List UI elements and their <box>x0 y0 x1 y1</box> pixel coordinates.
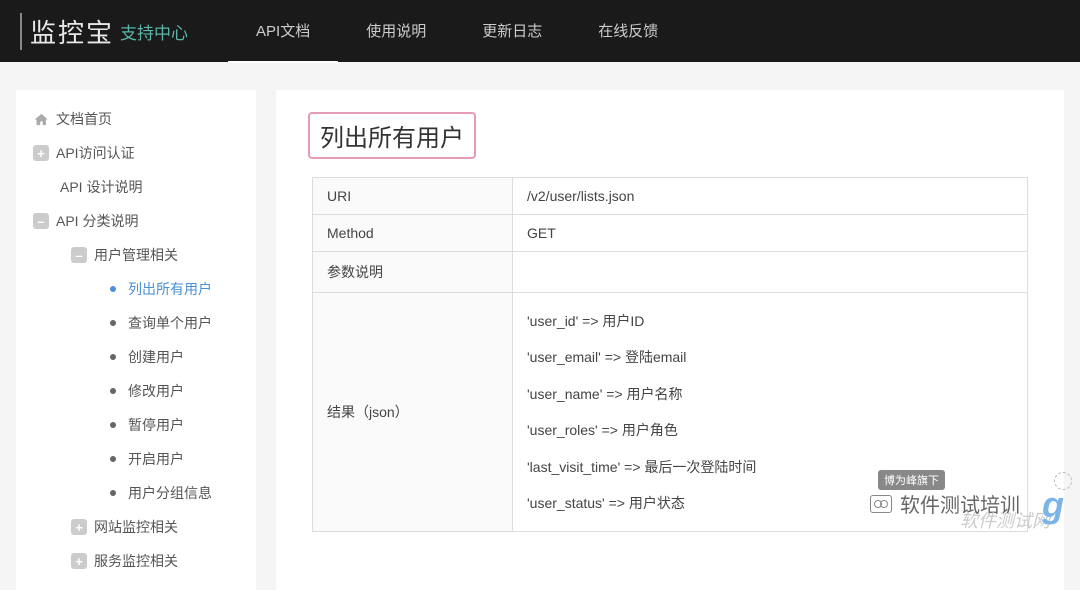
sidebar-label: 查询单个用户 <box>128 313 212 333</box>
sidebar-item-enable-user[interactable]: 开启用户 <box>16 442 256 476</box>
params-label: 参数说明 <box>313 252 513 293</box>
sidebar-label: 网站监控相关 <box>94 517 178 537</box>
sidebar-item-suspend-user[interactable]: 暂停用户 <box>16 408 256 442</box>
nav-tabs: API文档 使用说明 更新日志 在线反馈 <box>228 0 686 63</box>
sidebar-item-user-mgmt[interactable]: – 用户管理相关 <box>16 238 256 272</box>
sidebar-label: 文档首页 <box>56 109 112 129</box>
bullet-icon <box>110 286 116 292</box>
sidebar-item-user-groups[interactable]: 用户分组信息 <box>16 476 256 510</box>
watermark-badge: 博为峰旗下 <box>878 470 945 490</box>
wechat-icon <box>870 495 892 513</box>
result-line: 'user_roles' => 用户角色 <box>527 412 1013 448</box>
table-row: URI /v2/user/lists.json <box>313 178 1028 215</box>
table-row: Method GET <box>313 215 1028 252</box>
bullet-icon <box>110 320 116 326</box>
home-icon <box>32 110 50 128</box>
tab-api-docs[interactable]: API文档 <box>228 0 338 63</box>
params-value <box>513 252 1028 293</box>
sidebar-item-home[interactable]: 文档首页 <box>16 102 256 136</box>
sidebar-item-auth[interactable]: + API访问认证 <box>16 136 256 170</box>
result-line: 'user_email' => 登陆email <box>527 339 1013 375</box>
support-center-link[interactable]: 支持中心 <box>120 19 188 44</box>
watermark-sub: 软件测试网 <box>960 507 1050 533</box>
minus-icon: – <box>32 212 50 230</box>
sidebar-item-list-users[interactable]: 列出所有用户 <box>16 272 256 306</box>
minus-icon: – <box>70 246 88 264</box>
bullet-icon <box>110 354 116 360</box>
result-line: 'user_name' => 用户名称 <box>527 376 1013 412</box>
bullet-icon <box>110 388 116 394</box>
sidebar-label: 创建用户 <box>128 347 184 367</box>
sidebar: 文档首页 + API访问认证 API 设计说明 – API 分类说明 – 用户管… <box>16 90 256 590</box>
tab-feedback[interactable]: 在线反馈 <box>570 0 686 63</box>
method-label: Method <box>313 215 513 252</box>
sidebar-item-create-user[interactable]: 创建用户 <box>16 340 256 374</box>
sidebar-item-site-monitor[interactable]: + 网站监控相关 <box>16 510 256 544</box>
sidebar-item-design[interactable]: API 设计说明 <box>16 170 256 204</box>
watermark-g: g <box>1042 484 1064 526</box>
bullet-icon <box>110 456 116 462</box>
uri-value: /v2/user/lists.json <box>513 178 1028 215</box>
logo: 监控宝 <box>20 13 114 50</box>
sidebar-item-category[interactable]: – API 分类说明 <box>16 204 256 238</box>
sidebar-label: 暂停用户 <box>128 415 184 435</box>
uri-label: URI <box>313 178 513 215</box>
sidebar-label: 开启用户 <box>128 449 184 469</box>
sidebar-label: API 分类说明 <box>56 211 138 231</box>
bullet-icon <box>110 490 116 496</box>
sidebar-item-query-user[interactable]: 查询单个用户 <box>16 306 256 340</box>
sidebar-label: API访问认证 <box>56 143 135 163</box>
sidebar-label: 列出所有用户 <box>128 279 212 299</box>
table-row: 参数说明 <box>313 252 1028 293</box>
tab-usage[interactable]: 使用说明 <box>338 0 454 63</box>
sidebar-label: 用户管理相关 <box>94 245 178 265</box>
method-value: GET <box>513 215 1028 252</box>
header: 监控宝 支持中心 API文档 使用说明 更新日志 在线反馈 <box>0 0 1080 62</box>
sidebar-label: API 设计说明 <box>60 177 142 197</box>
plus-icon: + <box>70 518 88 536</box>
sidebar-item-modify-user[interactable]: 修改用户 <box>16 374 256 408</box>
tab-changelog[interactable]: 更新日志 <box>454 0 570 63</box>
plus-icon: + <box>70 552 88 570</box>
sidebar-label: 修改用户 <box>128 381 184 401</box>
result-line: 'user_id' => 用户ID <box>527 303 1013 339</box>
sidebar-label: 服务监控相关 <box>94 551 178 571</box>
result-label: 结果（json） <box>313 293 513 532</box>
plus-icon: + <box>32 144 50 162</box>
sidebar-item-service-monitor[interactable]: + 服务监控相关 <box>16 544 256 578</box>
sidebar-label: 用户分组信息 <box>128 483 212 503</box>
watermark-circle-icon <box>1054 472 1072 490</box>
page-title: 列出所有用户 <box>308 112 476 159</box>
bullet-icon <box>110 422 116 428</box>
